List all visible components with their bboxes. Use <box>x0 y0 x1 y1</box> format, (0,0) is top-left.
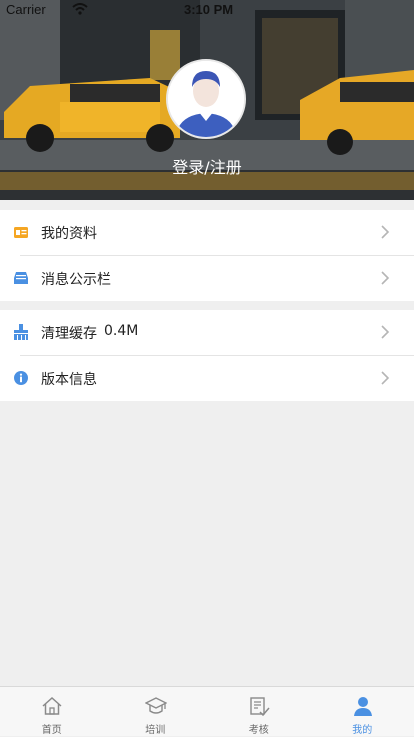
carrier-label: Carrier <box>6 2 46 17</box>
document-check-icon <box>248 695 270 717</box>
tab-bar: 首页 培训 考核 我的 <box>0 686 414 736</box>
avatar-person-icon <box>168 61 244 137</box>
home-icon <box>41 695 63 717</box>
wifi-icon <box>72 3 88 15</box>
graduation-cap-icon <box>145 695 167 717</box>
menu-item-label: 我的资料 <box>41 223 97 243</box>
broom-icon <box>13 324 29 340</box>
chevron-right-icon <box>378 225 392 239</box>
tab-mine[interactable]: 我的 <box>311 687 414 737</box>
id-card-icon <box>13 224 29 240</box>
tab-home[interactable]: 首页 <box>0 687 104 737</box>
tab-assessment[interactable]: 考核 <box>207 687 311 737</box>
chevron-right-icon <box>378 371 392 385</box>
profile-header: Carrier 3:10 PM 登录/注册 <box>0 0 414 200</box>
tab-label: 培训 <box>104 721 208 736</box>
menu-item-clear-cache[interactable]: 清理缓存 0.4M <box>0 310 414 355</box>
inbox-icon <box>13 270 29 286</box>
chevron-right-icon <box>378 271 392 285</box>
cache-size-value: 0.4M <box>104 323 138 339</box>
login-register-link[interactable]: 登录/注册 <box>0 154 414 178</box>
user-icon <box>352 695 374 717</box>
avatar[interactable] <box>166 59 246 139</box>
menu-group-settings: 清理缓存 0.4M 版本信息 <box>0 310 414 401</box>
status-bar: Carrier 3:10 PM <box>0 0 414 20</box>
info-icon <box>13 370 29 386</box>
menu-group-profile: 我的资料 消息公示栏 <box>0 210 414 301</box>
menu-item-my-profile[interactable]: 我的资料 <box>0 210 414 255</box>
menu-item-version-info[interactable]: 版本信息 <box>0 356 414 401</box>
chevron-right-icon <box>378 325 392 339</box>
tab-training[interactable]: 培训 <box>104 687 208 737</box>
menu-item-notice-board[interactable]: 消息公示栏 <box>0 256 414 301</box>
menu-item-label: 版本信息 <box>41 369 97 389</box>
menu-item-label: 消息公示栏 <box>41 269 111 289</box>
status-time: 3:10 PM <box>184 2 233 17</box>
tab-label: 首页 <box>0 721 104 736</box>
tab-label: 我的 <box>311 721 414 736</box>
tab-label: 考核 <box>207 721 311 736</box>
menu-item-label: 清理缓存 <box>41 323 97 343</box>
